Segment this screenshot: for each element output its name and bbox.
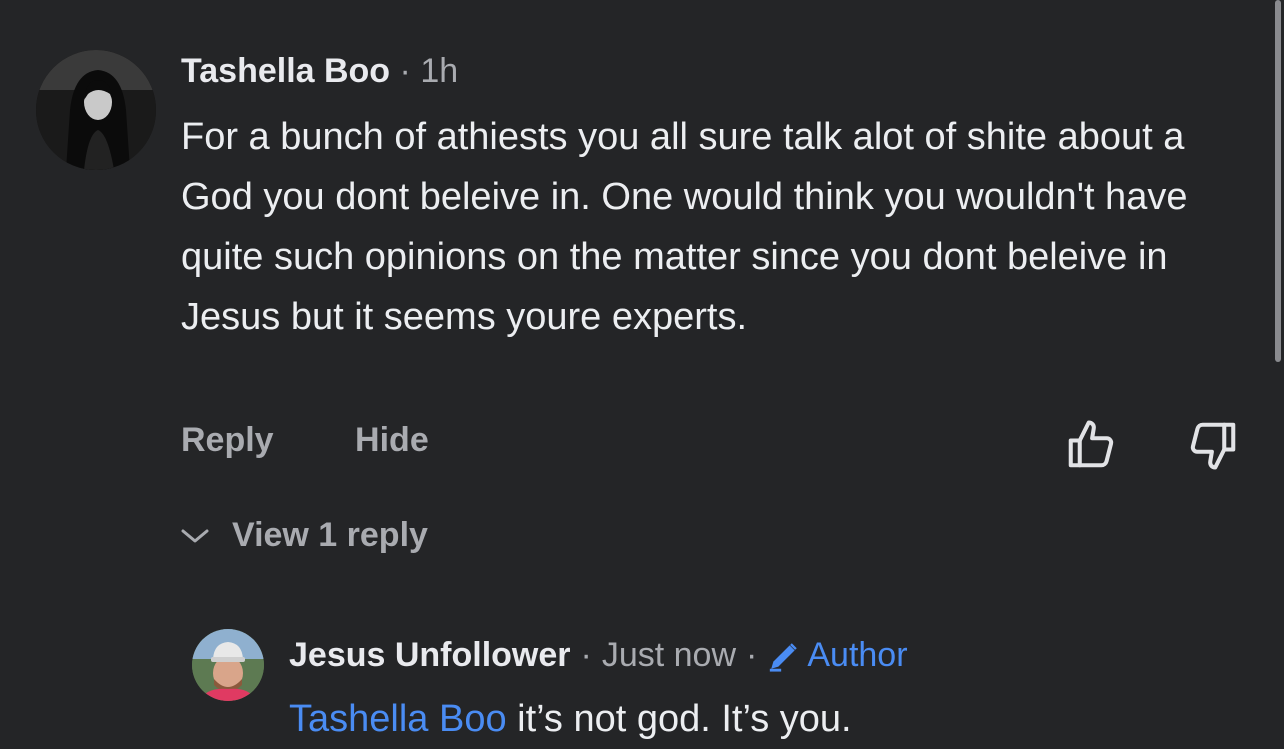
thumbs-down-icon bbox=[1190, 422, 1236, 470]
comment-time: 1h bbox=[420, 52, 459, 90]
mention-link[interactable]: Tashella Boo bbox=[289, 698, 507, 740]
reply-button[interactable]: Reply bbox=[181, 421, 274, 459]
downvote-button[interactable] bbox=[1186, 418, 1240, 472]
avatar-image bbox=[36, 50, 156, 170]
reply-time: Just now bbox=[601, 636, 737, 674]
comment-author[interactable]: Tashella Boo bbox=[181, 52, 390, 90]
comment-body: For a bunch of athiests you all sure tal… bbox=[181, 116, 1188, 338]
reply-author[interactable]: Jesus Unfollower bbox=[289, 636, 571, 675]
reply-header: Jesus Unfollower · Just now · Author bbox=[289, 636, 908, 675]
upvote-button[interactable] bbox=[1064, 418, 1118, 472]
comment-actions: Reply Hide bbox=[181, 421, 429, 460]
reply-avatar-image bbox=[192, 629, 264, 701]
chevron-down-icon bbox=[181, 529, 209, 542]
view-replies-label: View 1 reply bbox=[232, 516, 428, 554]
reply-avatar[interactable] bbox=[192, 629, 264, 701]
thumbs-up-icon bbox=[1068, 420, 1114, 468]
view-replies-button[interactable]: View 1 reply bbox=[180, 516, 428, 555]
scrollbar[interactable] bbox=[1275, 0, 1281, 362]
reply-body: Tashella Boo it’s not god. It’s you. bbox=[289, 692, 852, 746]
comment-header: Tashella Boo · 1h bbox=[181, 52, 458, 91]
reply-text: it’s not god. It’s you. bbox=[506, 698, 852, 740]
header-separator: · bbox=[399, 52, 411, 90]
pencil-icon bbox=[770, 642, 798, 672]
reply-separator: · bbox=[580, 636, 592, 674]
author-badge-label: Author bbox=[807, 636, 908, 674]
author-badge: Author bbox=[767, 636, 908, 675]
hide-button[interactable]: Hide bbox=[355, 421, 429, 459]
reply-separator-2: · bbox=[746, 636, 758, 674]
avatar[interactable] bbox=[36, 50, 156, 170]
